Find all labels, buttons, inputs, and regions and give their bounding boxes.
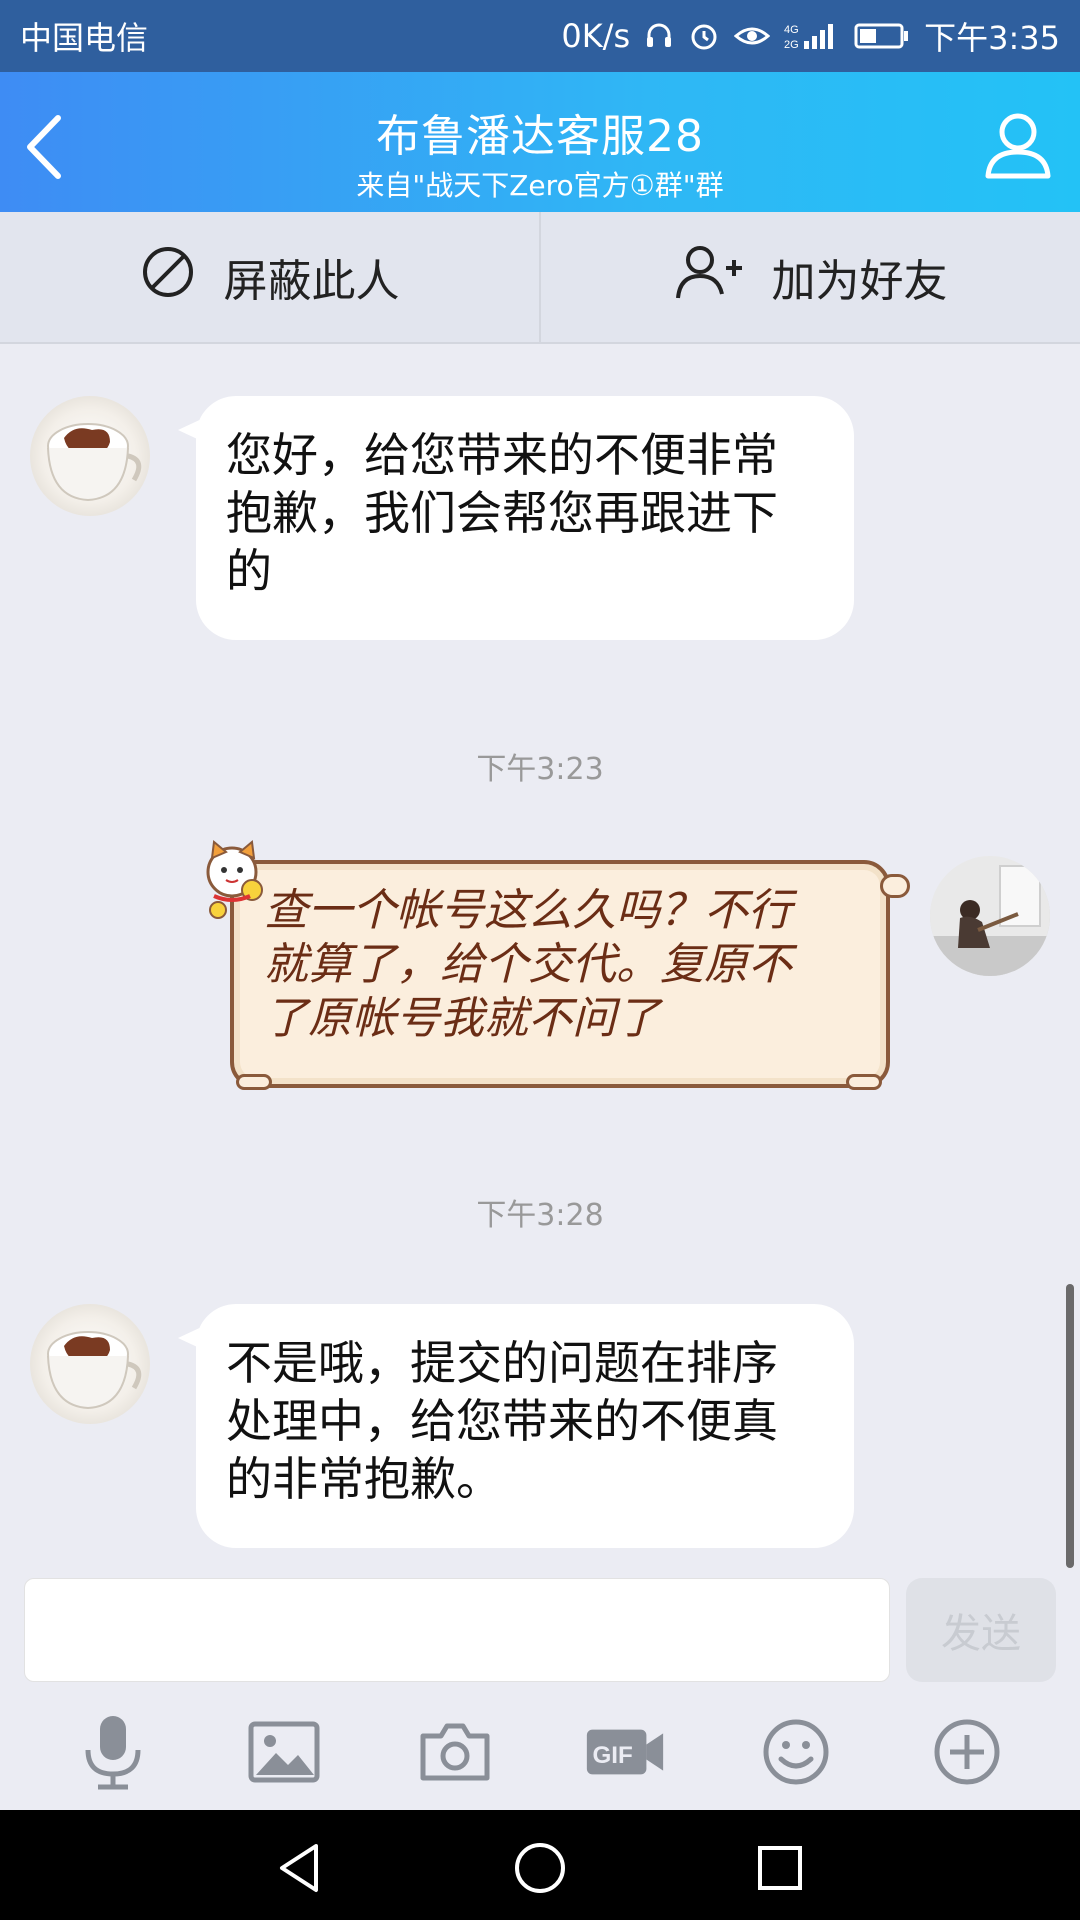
alarm-icon bbox=[688, 20, 720, 52]
chat-subtitle: 来自"战天下Zero官方①群"群 bbox=[356, 169, 724, 202]
headset-icon bbox=[644, 21, 674, 51]
scroll-curl bbox=[846, 1074, 882, 1090]
scroll-curl bbox=[236, 1074, 272, 1090]
action-bar: 屏蔽此人 加为好友 bbox=[0, 212, 1080, 344]
status-bar: 中国电信 0K/s 4G 2G 下午3:35 bbox=[0, 0, 1080, 72]
svg-text:GIF: GIF bbox=[593, 1742, 633, 1769]
timestamp: 下午3:28 bbox=[476, 1198, 604, 1233]
add-friend-label: 加为好友 bbox=[771, 256, 948, 307]
message-line: 不是哦，提交的问题在排序 bbox=[226, 1336, 778, 1390]
send-button[interactable]: 发送 bbox=[906, 1578, 1056, 1682]
message-line: 抱歉，我们会帮您再跟进下 bbox=[226, 486, 778, 540]
chat-title: 布鲁潘达客服28 bbox=[376, 111, 704, 162]
message-text: 查一个帐号这么久吗？不行 就算了，给个交代。复原不 了原帐号我就不问了 bbox=[264, 884, 864, 1046]
network-speed: 0K/s bbox=[561, 17, 631, 55]
message-line: 您好，给您带来的不便非常 bbox=[226, 428, 778, 482]
camera-icon[interactable] bbox=[415, 1712, 495, 1792]
nav-recents-icon[interactable] bbox=[752, 1840, 808, 1896]
message-bubble[interactable]: 不是哦，提交的问题在排序 处理中，给您带来的不便真 的非常抱歉。 bbox=[178, 1304, 854, 1548]
svg-text:4G: 4G bbox=[784, 24, 799, 36]
timestamp: 下午3:23 bbox=[476, 752, 604, 787]
svg-text:2G: 2G bbox=[784, 39, 799, 51]
image-icon[interactable] bbox=[244, 1712, 324, 1792]
gif-icon[interactable]: GIF bbox=[585, 1712, 665, 1792]
message-line: 处理中，给您带来的不便真 bbox=[226, 1394, 778, 1448]
scroll-curl bbox=[880, 874, 910, 898]
eye-icon bbox=[734, 22, 771, 50]
signal-icon: 4G 2G bbox=[784, 21, 840, 51]
nav-back-icon[interactable] bbox=[272, 1840, 328, 1896]
add-friend-button[interactable]: 加为好友 bbox=[541, 212, 1080, 342]
message-input[interactable] bbox=[24, 1578, 890, 1682]
carrier-name: 中国电信 bbox=[20, 19, 149, 57]
block-user-label: 屏蔽此人 bbox=[223, 256, 400, 307]
message-line: 查一个帐号这么久吗？不行 bbox=[264, 885, 792, 936]
nav-home-icon[interactable] bbox=[512, 1840, 568, 1896]
profile-icon[interactable] bbox=[982, 108, 1054, 180]
block-icon bbox=[140, 244, 196, 311]
avatar[interactable] bbox=[30, 396, 150, 516]
message-line: 了原帐号我就不问了 bbox=[264, 993, 660, 1044]
chat-scrollbar[interactable] bbox=[1066, 1284, 1074, 1568]
message-line: 的 bbox=[226, 544, 272, 598]
system-nav-bar bbox=[0, 1810, 1080, 1920]
message-line: 的非常抱歉。 bbox=[226, 1452, 502, 1506]
chat-area[interactable]: 您好，给您带来的不便非常 抱歉，我们会帮您再跟进下 的 下午3:23 查一个帐号… bbox=[0, 344, 1080, 1574]
composer: 发送 bbox=[0, 1574, 1080, 1694]
composer-toolbar: GIF bbox=[0, 1694, 1080, 1810]
clock-time: 下午3:35 bbox=[924, 19, 1060, 57]
microphone-icon[interactable] bbox=[73, 1712, 153, 1792]
message-line: 就算了，给个交代。复原不 bbox=[264, 939, 792, 990]
battery-icon bbox=[854, 21, 910, 51]
avatar[interactable] bbox=[930, 856, 1050, 976]
message-bubble[interactable]: 您好，给您带来的不便非常 抱歉，我们会帮您再跟进下 的 bbox=[178, 396, 854, 640]
plus-icon[interactable] bbox=[927, 1712, 1007, 1792]
avatar[interactable] bbox=[30, 1304, 150, 1424]
emoji-icon[interactable] bbox=[756, 1712, 836, 1792]
block-user-button[interactable]: 屏蔽此人 bbox=[0, 212, 539, 342]
chat-header: 布鲁潘达客服28 来自"战天下Zero官方①群"群 bbox=[0, 72, 1080, 212]
add-friend-icon bbox=[674, 242, 744, 313]
